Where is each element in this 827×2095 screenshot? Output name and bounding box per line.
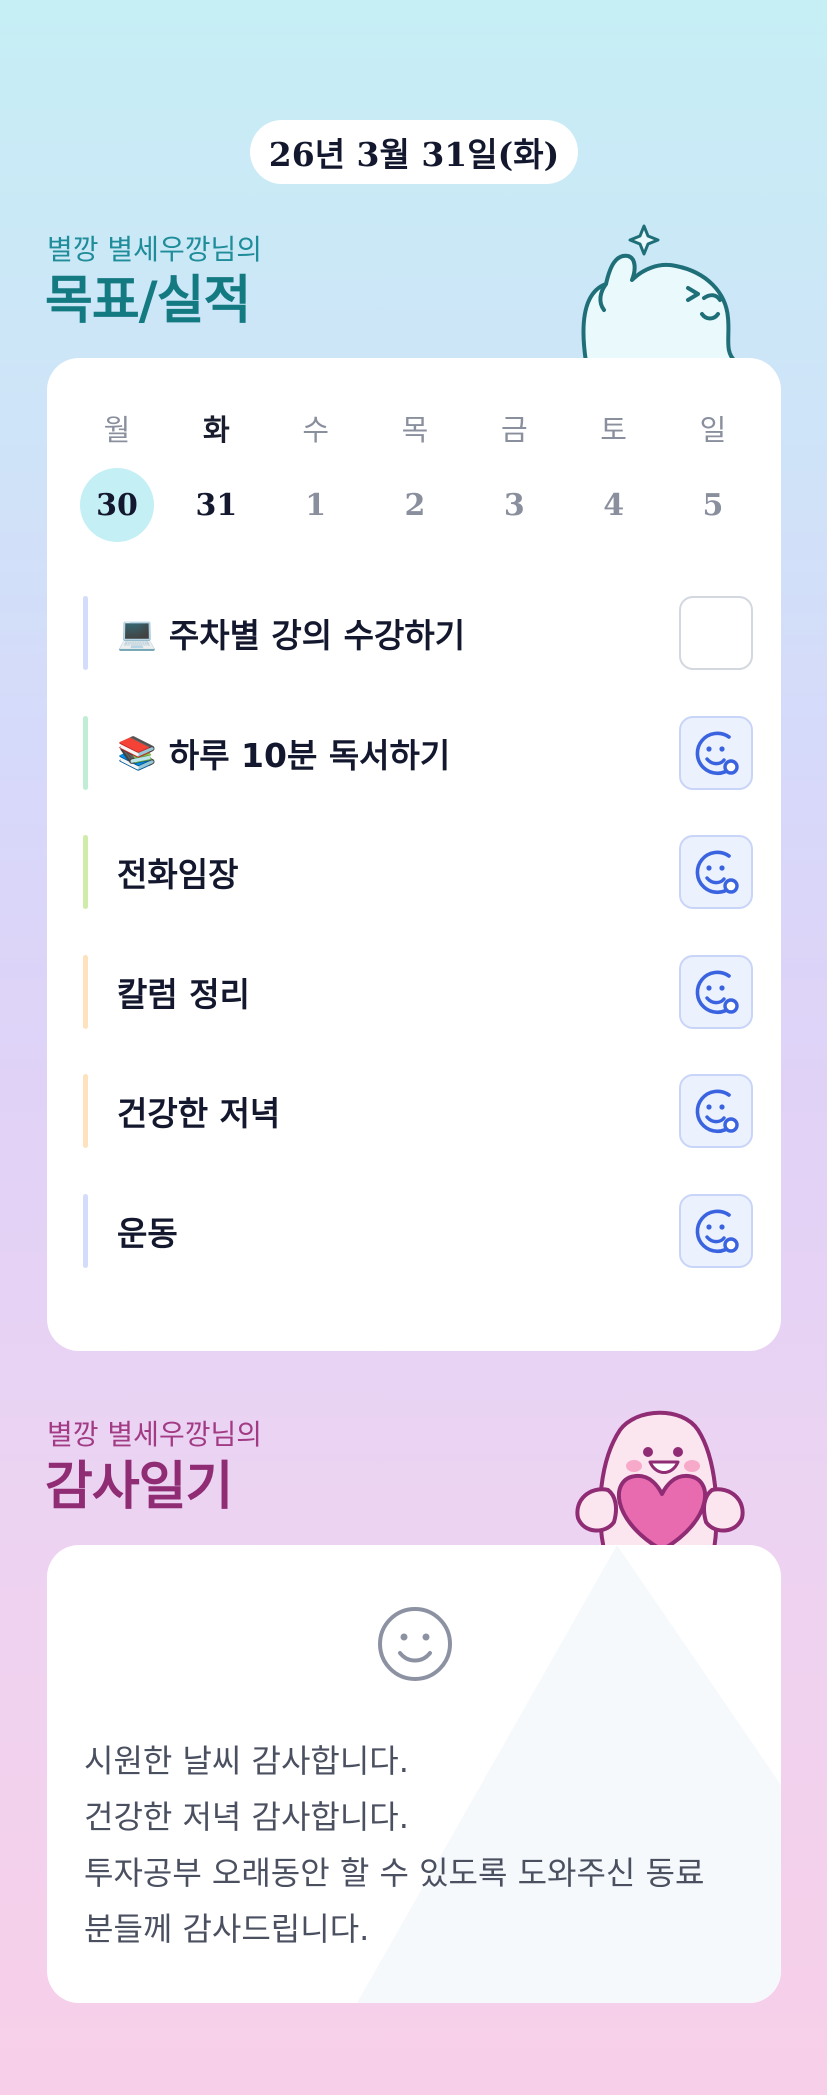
day-column[interactable]: 토4 — [577, 410, 651, 542]
smile-check-icon — [695, 850, 739, 895]
goal-label: 운동 — [117, 1213, 178, 1253]
goal-emoji: 📚 — [117, 733, 157, 772]
smile-check-icon — [695, 1089, 739, 1134]
goal-color-bar — [83, 596, 88, 670]
gratitude-line: 투자공부 오래동안 할 수 있도록 도와주신 동료 — [84, 1854, 705, 1892]
selected-day-number[interactable]: 30 — [80, 468, 154, 542]
day-column[interactable]: 금3 — [477, 410, 551, 542]
gratitude-title: 감사일기 — [45, 1457, 233, 1517]
date-pill[interactable]: 26년 3월 31일(화) — [250, 120, 578, 184]
day-column[interactable]: 수1 — [279, 410, 353, 542]
day-number[interactable]: 5 — [676, 468, 750, 542]
day-number[interactable]: 4 — [577, 468, 651, 542]
goal-done-checkbox[interactable] — [679, 835, 753, 910]
day-column[interactable]: 목2 — [378, 410, 452, 542]
goals-title: 목표/실적 — [45, 271, 251, 331]
gratitude-line: 분들께 감사드립니다. — [84, 1910, 370, 1948]
day-column[interactable]: 일5 — [676, 410, 750, 542]
goal-done-checkbox[interactable] — [679, 1074, 753, 1149]
goal-done-checkbox[interactable] — [679, 715, 753, 790]
goal-color-bar — [83, 954, 88, 1029]
goal-label: 칼럼 정리 — [117, 974, 250, 1014]
goals-card: 월 30 화 31 수 1 목 2 금 3 토 4 일 5 💻 주차별 강의 수강하기 📚 하루 10분 독서하… — [47, 358, 781, 1351]
day-name: 토 — [600, 413, 627, 447]
goal-label: 주차별 강의 수강하기 — [168, 616, 466, 655]
goal-color-bar — [83, 1074, 88, 1149]
goal-label: 전화임장 — [117, 855, 239, 895]
goal-color-bar — [83, 1193, 88, 1268]
goal-row: 📚 하루 10분 독서하기 — [83, 715, 753, 790]
goal-row: 전화임장 — [83, 835, 753, 910]
goal-done-checkbox[interactable] — [679, 954, 753, 1029]
heart-mascot-icon — [575, 1410, 745, 1550]
goal-row: 💻 주차별 강의 수강하기 — [83, 596, 753, 670]
day-number[interactable]: 2 — [378, 468, 452, 542]
goal-list: 💻 주차별 강의 수강하기 📚 하루 10분 독서하기전화임장칼럼 정리건강한 저녁운… — [83, 596, 753, 1314]
goal-row: 건강한 저녁 — [83, 1074, 753, 1149]
goal-done-checkbox[interactable] — [679, 1193, 753, 1268]
smile-check-icon — [695, 731, 739, 775]
goal-emoji: 💻 — [117, 614, 157, 652]
week-strip: 월 30 화 31 수 1 목 2 금 3 토 4 일 5 — [80, 410, 750, 542]
gratitude-line: 시원한 날씨 감사합니다. — [84, 1742, 409, 1780]
gratitude-entries: 시원한 날씨 감사합니다. 건강한 저녁 감사합니다. 투자공부 오래동안 할 수 … — [84, 1733, 761, 1957]
goal-color-bar — [83, 835, 88, 910]
day-column[interactable]: 월 30 — [80, 410, 154, 542]
day-column[interactable]: 화 31 — [179, 410, 253, 542]
goal-checkbox[interactable] — [679, 596, 753, 670]
day-name: 금 — [500, 413, 528, 447]
gratitude-line: 건강한 저녁 감사합니다. — [84, 1798, 409, 1836]
day-number[interactable]: 31 — [179, 468, 253, 542]
day-name: 화 — [202, 413, 230, 447]
goal-label: 하루 10분 독서하기 — [168, 735, 451, 775]
smile-check-icon — [695, 1209, 739, 1254]
goal-row: 칼럼 정리 — [83, 954, 753, 1029]
day-name: 일 — [699, 413, 727, 447]
smile-check-icon — [695, 970, 739, 1014]
day-name: 수 — [302, 413, 329, 447]
goal-color-bar — [83, 715, 88, 790]
day-number[interactable]: 3 — [477, 468, 551, 542]
gratitude-card: 시원한 날씨 감사합니다. 건강한 저녁 감사합니다. 투자공부 오래동안 할 수 … — [47, 1545, 781, 2003]
goal-row: 운동 — [83, 1193, 753, 1268]
waving-mascot-icon — [581, 224, 738, 362]
smile-face-icon — [378, 1607, 452, 1681]
day-number[interactable]: 1 — [279, 468, 353, 542]
day-name: 목 — [401, 413, 429, 447]
goal-label: 건강한 저녁 — [117, 1094, 281, 1134]
day-name: 월 — [103, 413, 131, 447]
